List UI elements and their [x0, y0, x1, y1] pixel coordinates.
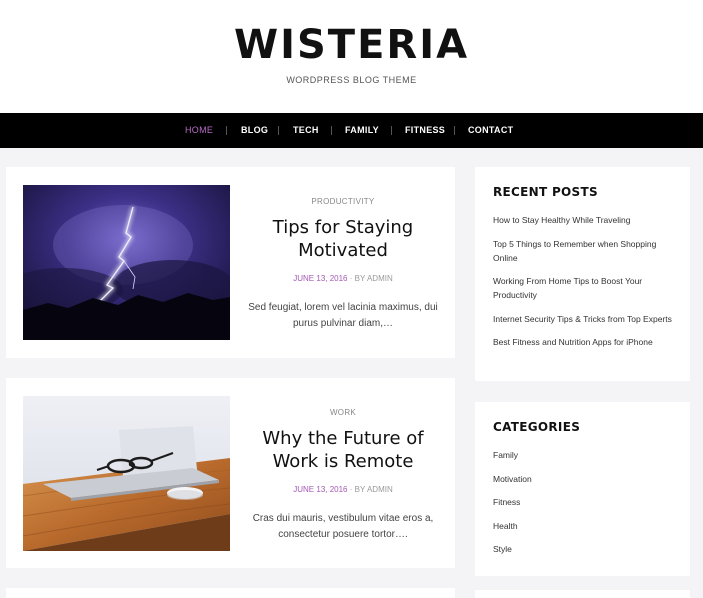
recent-posts-list: How to Stay Healthy While Traveling Top … [493, 213, 672, 349]
category-link[interactable]: Family [493, 448, 672, 462]
nav-item-blog[interactable]: BLOG [241, 113, 268, 148]
nav-item-fitness[interactable]: FITNESS [405, 113, 445, 148]
post-category[interactable]: PRODUCTIVITY [246, 197, 440, 206]
post-title[interactable]: Why the Future of Work is Remote [246, 427, 440, 473]
post-excerpt: Cras dui mauris, vestibulum vitae eros a… [252, 513, 434, 540]
laptop-desk-image [23, 396, 230, 551]
widget-title: CATEGORIES [493, 420, 581, 434]
post-excerpt: Sed feugiat, lorem vel lacinia maximus, … [248, 302, 438, 329]
recent-post-link[interactable]: Top 5 Things to Remember when Shopping O… [493, 237, 672, 265]
post-date[interactable]: JUNE 13, 2016 [293, 274, 347, 283]
recent-post-link[interactable]: Best Fitness and Nutrition Apps for iPho… [493, 335, 672, 349]
categories-list: Family Motivation Fitness Health Style [493, 448, 672, 556]
nav-separator [331, 126, 332, 135]
nav-separator [226, 126, 227, 135]
post-content: WORK Why the Future of Work is Remote JU… [246, 408, 440, 543]
post-author: BY ADMIN [354, 274, 393, 283]
site-logo[interactable]: WISTERIA [0, 20, 703, 70]
post-card: PRODUCTIVITY Tips for Staying Motivated … [6, 167, 455, 358]
lightning-storm-image [23, 185, 230, 340]
post-content: PRODUCTIVITY Tips for Staying Motivated … [246, 197, 440, 332]
nav-separator [391, 126, 392, 135]
recent-post-link[interactable]: Internet Security Tips & Tricks from Top… [493, 312, 672, 326]
post-category[interactable]: WORK [246, 408, 440, 417]
nav-item-tech[interactable]: TECH [293, 113, 319, 148]
nav-item-home[interactable]: HOME [185, 113, 213, 148]
nav-separator [278, 126, 279, 135]
post-author: BY ADMIN [354, 485, 393, 494]
post-meta: JUNE 13, 2016 · BY ADMIN [246, 485, 440, 494]
widget-partial [475, 590, 690, 598]
widget-title: RECENT POSTS [493, 185, 598, 199]
categories-widget: CATEGORIES Family Motivation Fitness Hea… [475, 402, 690, 576]
category-link[interactable]: Health [493, 519, 672, 533]
main-nav: HOME BLOG TECH FAMILY FITNESS CONTACT [0, 113, 703, 148]
post-thumbnail[interactable] [23, 185, 230, 340]
post-meta: JUNE 13, 2016 · BY ADMIN [246, 274, 440, 283]
post-card-partial [6, 588, 455, 598]
nav-item-family[interactable]: FAMILY [345, 113, 379, 148]
post-title[interactable]: Tips for Staying Motivated [246, 216, 440, 262]
nav-separator [454, 126, 455, 135]
site-tagline: WORDPRESS BLOG THEME [286, 75, 417, 85]
category-link[interactable]: Fitness [493, 495, 672, 509]
recent-post-link[interactable]: Working From Home Tips to Boost Your Pro… [493, 274, 672, 302]
post-card: WORK Why the Future of Work is Remote JU… [6, 378, 455, 568]
nav-item-contact[interactable]: CONTACT [468, 113, 513, 148]
recent-post-link[interactable]: How to Stay Healthy While Traveling [493, 213, 672, 227]
category-link[interactable]: Style [493, 542, 672, 556]
recent-posts-widget: RECENT POSTS How to Stay Healthy While T… [475, 167, 690, 381]
post-date[interactable]: JUNE 13, 2016 [293, 485, 347, 494]
post-thumbnail[interactable] [23, 396, 230, 551]
site-header: WISTERIA WORDPRESS BLOG THEME [0, 0, 703, 113]
category-link[interactable]: Motivation [493, 472, 672, 486]
